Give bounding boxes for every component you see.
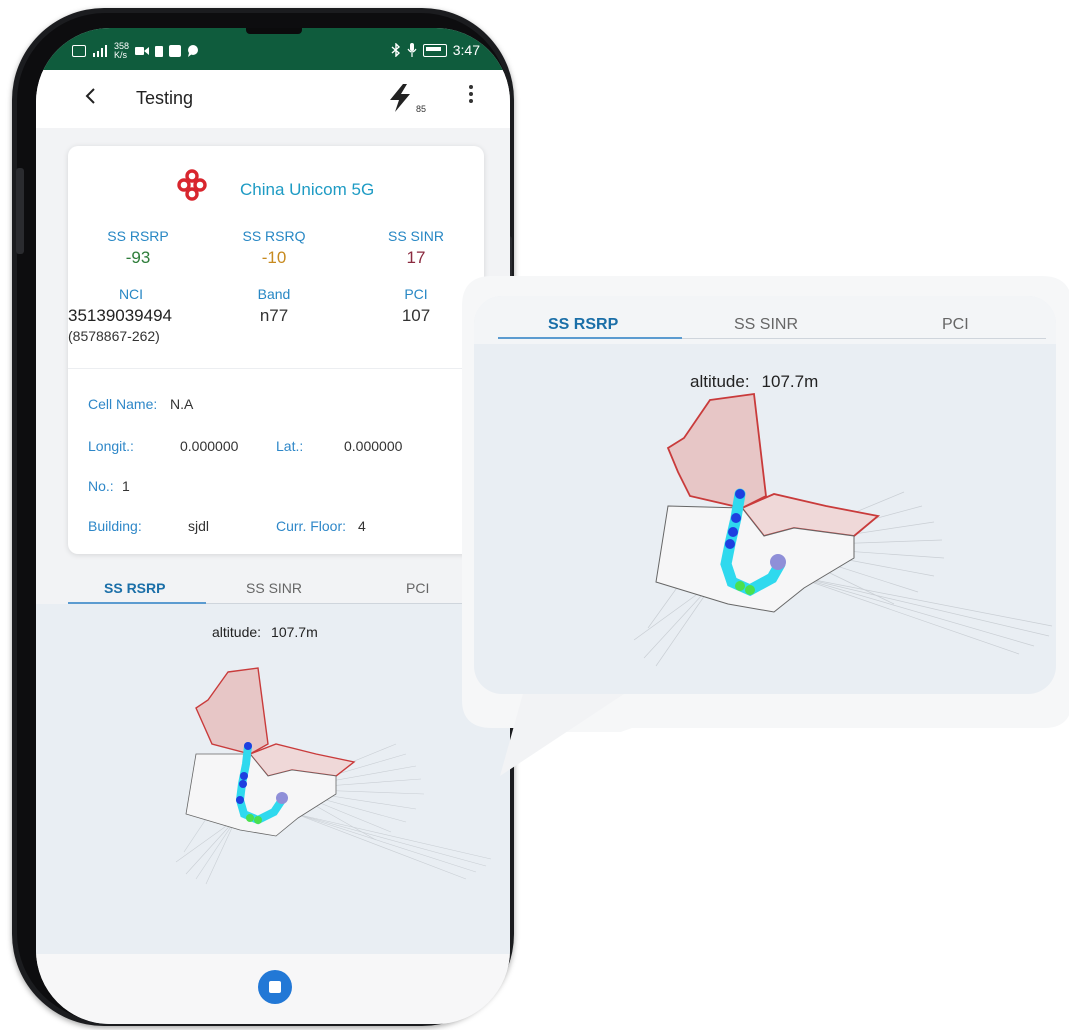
tab-pci[interactable]: PCI bbox=[406, 580, 429, 596]
chat-icon bbox=[188, 45, 199, 57]
metric-label: NCI bbox=[118, 286, 144, 302]
metric-value: -93 bbox=[125, 248, 151, 267]
cell-name-label: Cell Name: bbox=[88, 396, 158, 412]
longitude-label: Longit.: bbox=[88, 438, 134, 454]
app-bar: Testing 85 bbox=[36, 70, 510, 128]
metric-value: 107 bbox=[401, 306, 431, 325]
phone-screen: 358 K/s 3:47 Testing 85 China Unicom 5G … bbox=[36, 28, 510, 1024]
metric-label: Band bbox=[257, 286, 291, 302]
bottom-bar bbox=[36, 954, 510, 1024]
back-button[interactable] bbox=[84, 86, 98, 112]
callout-floor-map bbox=[633, 392, 1053, 667]
signal-icon bbox=[93, 45, 107, 57]
metric-nci: NCI 35139039494 (8578867-262) bbox=[68, 286, 218, 344]
status-bar: 358 K/s 3:47 bbox=[36, 28, 510, 70]
lightning-icon bbox=[390, 84, 410, 112]
more-options-button[interactable] bbox=[468, 84, 474, 108]
stop-button[interactable] bbox=[258, 970, 292, 1004]
status-right: 3:47 bbox=[391, 42, 480, 58]
metric-value: n77 bbox=[259, 306, 289, 325]
tab-ss-rsrp[interactable]: SS RSRP bbox=[104, 580, 165, 596]
building-value: sjdl bbox=[188, 518, 210, 534]
metric-label: SS RSRQ bbox=[242, 228, 306, 244]
metric-sub-value: (8578867-262) bbox=[68, 328, 160, 344]
building-upper-shape bbox=[195, 667, 269, 755]
network-speed: 358 K/s bbox=[114, 42, 129, 60]
metric-ss-rsrp: SS RSRP -93 bbox=[78, 228, 198, 268]
page-title: Testing bbox=[136, 88, 194, 108]
metric-label: PCI bbox=[404, 286, 428, 302]
status-time: 3:47 bbox=[452, 42, 480, 58]
stage: 358 K/s 3:47 Testing 85 China Unicom 5G … bbox=[0, 0, 1069, 1030]
metric-band: Band n77 bbox=[214, 286, 334, 326]
number-label: No.: bbox=[88, 478, 114, 494]
bluetooth-icon bbox=[391, 43, 400, 57]
chevron-left-icon bbox=[85, 88, 95, 104]
cell-name-value: N.A bbox=[170, 396, 194, 412]
phone-volume-button bbox=[16, 168, 24, 254]
cell-info-card: China Unicom 5G SS RSRP -93 SS RSRQ -10 … bbox=[68, 146, 484, 554]
battery-icon bbox=[422, 43, 447, 57]
floor-map bbox=[175, 667, 492, 885]
phone-frame: 358 K/s 3:47 Testing 85 China Unicom 5G … bbox=[12, 8, 514, 1026]
map-tabs: SS RSRP SS SINR PCI bbox=[36, 576, 510, 604]
latitude-value: 0.000000 bbox=[344, 438, 403, 454]
camera-notch bbox=[246, 28, 302, 34]
metric-value: 35139039494 bbox=[68, 306, 173, 325]
floor-label: Curr. Floor: bbox=[276, 518, 347, 534]
floor-value: 4 bbox=[358, 518, 366, 534]
card-divider bbox=[68, 368, 484, 369]
sim-icon bbox=[169, 45, 182, 57]
mic-icon bbox=[407, 43, 417, 57]
metric-pci: PCI 107 bbox=[356, 286, 476, 326]
metric-label: SS RSRP bbox=[107, 228, 169, 244]
number-value: 1 bbox=[122, 478, 130, 494]
callout-building-upper-shape bbox=[666, 392, 767, 509]
metric-value: 17 bbox=[406, 248, 426, 267]
more-vertical-icon bbox=[469, 85, 473, 103]
network-speed-unit: K/s bbox=[114, 50, 128, 60]
battery-saver-icon bbox=[155, 46, 164, 57]
longitude-value: 0.000000 bbox=[180, 438, 239, 454]
callout-zoom-panel: SS RSRP SS SINR PCI altitude: 107.7m bbox=[474, 296, 1056, 694]
building-label: Building: bbox=[88, 518, 142, 534]
callout-tail bbox=[500, 690, 630, 776]
china-unicom-logo bbox=[177, 169, 207, 201]
tab-ss-sinr[interactable]: SS SINR bbox=[246, 580, 302, 596]
video-icon bbox=[135, 47, 150, 55]
latitude-label: Lat.: bbox=[276, 438, 304, 454]
metric-ss-sinr: SS SINR 17 bbox=[356, 228, 476, 268]
metric-ss-rsrq: SS RSRQ -10 bbox=[214, 228, 334, 268]
metric-value: -10 bbox=[261, 248, 287, 267]
operator-name: China Unicom 5G bbox=[240, 180, 375, 199]
hd-icon bbox=[72, 45, 86, 57]
status-left: 358 K/s bbox=[72, 42, 199, 60]
metric-label: SS SINR bbox=[387, 228, 444, 244]
map-panel[interactable]: altitude: 107.7m bbox=[36, 604, 510, 954]
flash-count: 85 bbox=[416, 104, 427, 114]
